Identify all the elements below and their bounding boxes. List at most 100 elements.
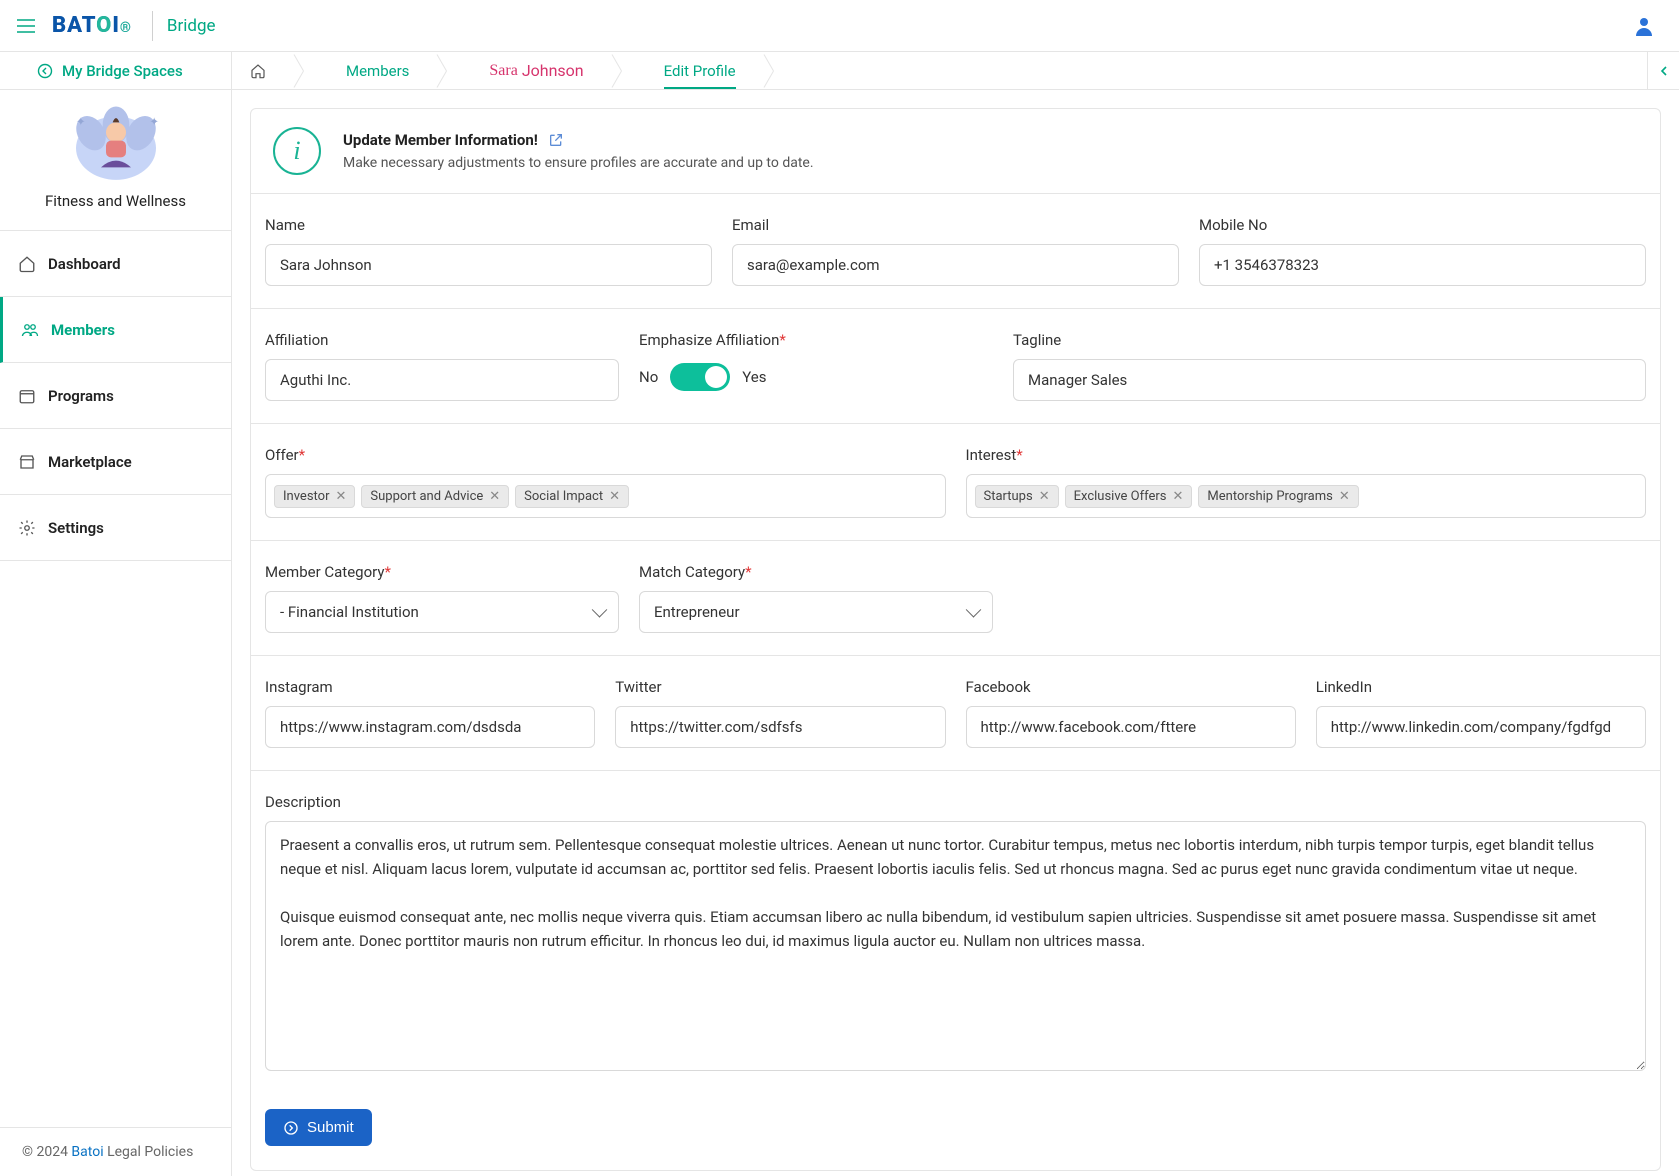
breadcrumb-first-name: Sara (489, 62, 517, 80)
sidebar-item-dashboard[interactable]: Dashboard (0, 231, 231, 297)
tag[interactable]: Mentorship Programs✕ (1198, 485, 1358, 508)
label-description: Description (265, 793, 1646, 811)
tag-label: Startups (984, 489, 1033, 504)
label-name: Name (265, 216, 712, 234)
tag[interactable]: Social Impact✕ (515, 485, 629, 508)
logo-text: BATOI® (52, 13, 132, 38)
field-emphasize: Emphasize Affiliation* No Yes (639, 331, 993, 401)
breadcrumb: Members Sara Johnson Edit Profile (232, 52, 1647, 89)
sidebar-item-label: Programs (48, 387, 114, 405)
description-textarea[interactable] (265, 821, 1646, 1071)
tagline-input[interactable] (1013, 359, 1646, 401)
remove-tag-icon[interactable]: ✕ (1339, 489, 1350, 504)
field-instagram: Instagram (265, 678, 595, 748)
logo-main: BAT (52, 13, 96, 38)
label-offer: Offer* (265, 446, 946, 464)
info-banner: i Update Member Information! Make necess… (251, 109, 1660, 194)
sidebar-item-label: Settings (48, 519, 104, 537)
svg-text:✦: ✦ (149, 115, 159, 129)
sidebar: ✦ ✦ Fitness and Wellness Dashboard Membe… (0, 90, 232, 1176)
logo-o: O (96, 13, 112, 38)
form-row: Description (251, 771, 1660, 1093)
tag[interactable]: Startups ✕ (975, 485, 1059, 508)
bridge-label[interactable]: Bridge (167, 16, 216, 36)
submit-row: Submit (251, 1093, 1660, 1170)
sidebar-item-marketplace[interactable]: Marketplace (0, 429, 231, 495)
email-input[interactable] (732, 244, 1179, 286)
linkedin-input[interactable] (1316, 706, 1646, 748)
breadcrumb-edit[interactable]: Edit Profile (636, 52, 758, 89)
affiliation-input[interactable] (265, 359, 619, 401)
remove-tag-icon[interactable]: ✕ (335, 489, 346, 504)
arrow-right-circle-icon (283, 1120, 299, 1136)
offer-tag-input[interactable]: Investor✕Support and Advice✕Social Impac… (265, 474, 946, 518)
footer-suffix: Legal Policies (104, 1144, 194, 1160)
form-row: Offer* Investor✕Support and Advice✕Socia… (251, 424, 1660, 541)
sidebar-item-programs[interactable]: Programs (0, 363, 231, 429)
label-email: Email (732, 216, 1179, 234)
external-link-icon[interactable] (548, 132, 564, 148)
label-tagline: Tagline (1013, 331, 1646, 349)
sidebar-item-settings[interactable]: Settings (0, 495, 231, 561)
header-divider (152, 11, 153, 41)
breadcrumb-edit-label: Edit Profile (664, 62, 736, 80)
match-category-select[interactable]: Entrepreneur (639, 591, 993, 633)
remove-tag-icon[interactable]: ✕ (1173, 489, 1184, 504)
user-avatar-icon[interactable] (1629, 11, 1659, 41)
top-header: BATOI® Bridge (0, 0, 1679, 52)
tag-label: Investor (283, 489, 329, 504)
field-twitter: Twitter (615, 678, 945, 748)
field-match-category: Match Category* Entrepreneur (639, 563, 993, 633)
breadcrumb-member-name[interactable]: Sara Johnson (461, 52, 605, 89)
header-left: BATOI® Bridge (14, 11, 216, 41)
sidebar-item-label: Members (51, 321, 115, 339)
info-title: Update Member Information! (343, 131, 538, 149)
my-spaces-label: My Bridge Spaces (62, 62, 183, 80)
tag[interactable]: Support and Advice✕ (361, 485, 509, 508)
submit-button[interactable]: Submit (265, 1109, 372, 1146)
sidebar-item-label: Marketplace (48, 453, 132, 471)
label-linkedin: LinkedIn (1316, 678, 1646, 696)
remove-tag-icon[interactable]: ✕ (489, 489, 500, 504)
label-interest: Interest* (966, 446, 1647, 464)
breadcrumb-members[interactable]: Members (318, 52, 431, 89)
name-input[interactable] (265, 244, 712, 286)
member-category-select[interactable]: - Financial Institution (265, 591, 619, 633)
label-emphasize: Emphasize Affiliation* (639, 331, 993, 349)
menu-icon[interactable] (14, 19, 38, 33)
breadcrumb-last-name: Johnson (522, 61, 584, 80)
twitter-input[interactable] (615, 706, 945, 748)
field-tagline: Tagline (1013, 331, 1646, 401)
tag[interactable]: Investor ✕ (274, 485, 355, 508)
footer-brand-link[interactable]: Batoi (71, 1144, 103, 1160)
info-desc: Make necessary adjustments to ensure pro… (343, 155, 814, 171)
label-instagram: Instagram (265, 678, 595, 696)
instagram-input[interactable] (265, 706, 595, 748)
tag[interactable]: Exclusive Offers ✕ (1065, 485, 1193, 508)
label-affiliation: Affiliation (265, 331, 619, 349)
logo[interactable]: BATOI® Bridge (52, 11, 216, 41)
my-spaces-link[interactable]: My Bridge Spaces (0, 52, 232, 89)
gear-icon (18, 519, 36, 537)
remove-tag-icon[interactable]: ✕ (609, 489, 620, 504)
space-block: ✦ ✦ Fitness and Wellness (0, 90, 231, 231)
sidebar-nav: Dashboard Members Programs Marketplace S… (0, 231, 231, 561)
collapse-panel-icon[interactable] (1647, 52, 1679, 89)
remove-tag-icon[interactable]: ✕ (1039, 489, 1050, 504)
store-icon (18, 453, 36, 471)
field-interest: Interest* Startups✕Exclusive Offers✕Ment… (966, 446, 1647, 518)
tag-label: Exclusive Offers (1074, 489, 1167, 504)
toggle-no-label: No (639, 368, 658, 386)
emphasize-toggle[interactable] (670, 363, 730, 391)
interest-tag-input[interactable]: Startups✕Exclusive Offers✕Mentorship Pro… (966, 474, 1647, 518)
breadcrumb-members-label: Members (346, 62, 409, 80)
mobile-input[interactable] (1199, 244, 1646, 286)
calendar-icon (18, 387, 36, 405)
home-icon (18, 255, 36, 273)
breadcrumb-home[interactable] (232, 52, 288, 89)
label-twitter: Twitter (615, 678, 945, 696)
label-member-category: Member Category* (265, 563, 619, 581)
facebook-input[interactable] (966, 706, 1296, 748)
info-text: Update Member Information! Make necessar… (343, 131, 814, 171)
sidebar-item-members[interactable]: Members (0, 297, 231, 363)
